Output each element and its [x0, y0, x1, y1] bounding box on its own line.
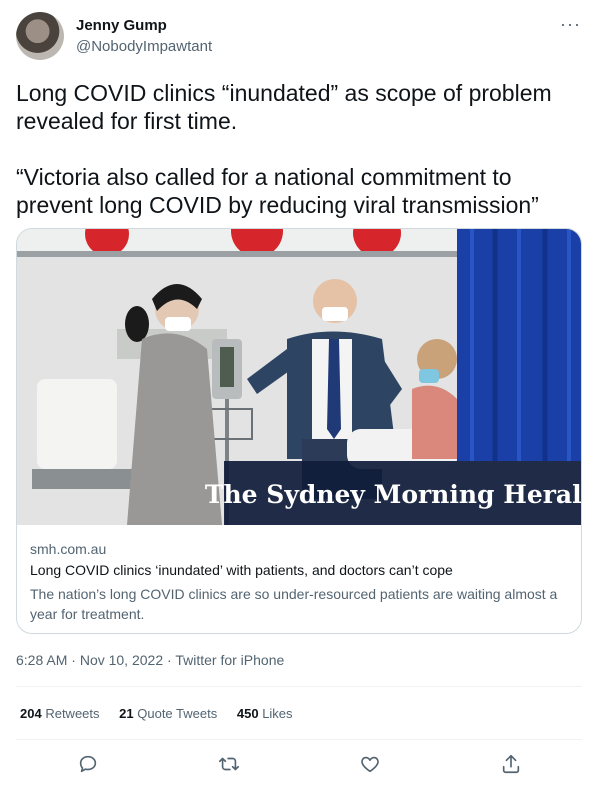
divider [16, 686, 582, 687]
card-title: Long COVID clinics ‘inundated’ with pati… [30, 562, 453, 578]
newspaper-logo: The Sydney Morning Herald [205, 480, 581, 509]
tweet-text: Long COVID clinics “inundated” as scope … [16, 80, 552, 218]
tweet-meta: 6:28 AM · Nov 10, 2022 · Twitter for iPh… [16, 652, 285, 668]
tweet-client[interactable]: Twitter for iPhone [175, 652, 284, 668]
retweets-stat[interactable]: 204 Retweets [20, 706, 100, 721]
like-icon[interactable] [356, 750, 384, 778]
quote-tweets-stat[interactable]: 21 Quote Tweets [119, 706, 217, 721]
more-options-icon[interactable]: ··· [560, 14, 581, 35]
author-handle[interactable]: @NobodyImpawtant [76, 38, 212, 55]
tweet-stats: 204 Retweets 21 Quote Tweets 450 Likes [20, 706, 309, 721]
tweet-time[interactable]: 6:28 AM [16, 652, 67, 668]
share-icon[interactable] [497, 750, 525, 778]
card-domain: smh.com.au [30, 541, 107, 557]
link-card[interactable]: The Sydney Morning Herald smh.com.au Lon… [16, 228, 582, 634]
likes-stat[interactable]: 450 Likes [237, 706, 293, 721]
card-description: The nation’s long COVID clinics are so u… [30, 586, 558, 622]
retweet-icon[interactable] [215, 750, 243, 778]
author-name[interactable]: Jenny Gump [76, 17, 167, 34]
avatar[interactable] [16, 12, 64, 60]
action-bar [0, 750, 598, 778]
divider [16, 739, 582, 740]
card-image: The Sydney Morning Herald [17, 229, 581, 525]
reply-icon[interactable] [74, 750, 102, 778]
tweet-date[interactable]: Nov 10, 2022 [80, 652, 163, 668]
